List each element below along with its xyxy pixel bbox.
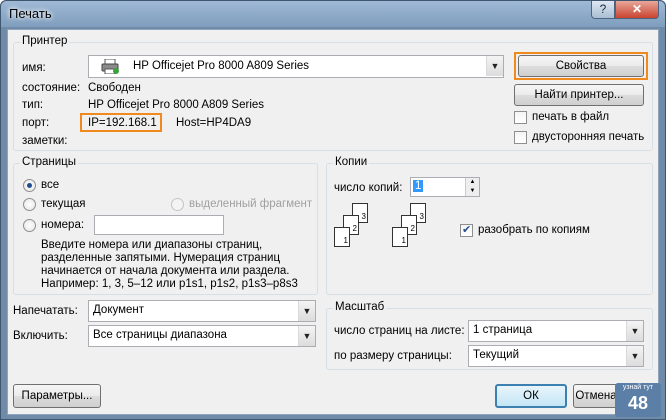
- zoom-group-title: Масштаб: [333, 301, 387, 313]
- print-what-select[interactable]: Документ ▼: [88, 300, 316, 322]
- printer-status-value: Свободен: [88, 82, 141, 94]
- scale-select[interactable]: Текущий ▼: [468, 345, 644, 367]
- pages-numbers-radio[interactable]: [23, 219, 36, 232]
- copies-count-value: 1: [413, 180, 424, 192]
- pages-all-label[interactable]: все: [41, 179, 59, 191]
- printer-port-label: порт:: [22, 117, 50, 129]
- scale-value: Текущий: [473, 349, 519, 361]
- collate-label[interactable]: разобрать по копиям: [478, 224, 590, 236]
- chevron-down-icon[interactable]: ▼: [298, 326, 315, 346]
- pages-hint-line3: начинается от начала документа или разде…: [41, 265, 290, 277]
- ok-button[interactable]: ОК: [495, 384, 567, 408]
- chevron-down-icon[interactable]: ▼: [626, 346, 643, 366]
- pages-hint-line1: Введите номера или диапазоны страниц,: [41, 239, 263, 251]
- pages-all-radio[interactable]: [23, 179, 36, 192]
- watermark-logo: узнай тут 48: [615, 383, 661, 417]
- pages-current-radio[interactable]: [23, 198, 36, 211]
- find-printer-button[interactable]: Найти принтер...: [514, 84, 644, 106]
- cancel-button[interactable]: Отмена: [573, 384, 619, 408]
- collate-page: 1: [392, 227, 408, 247]
- pages-hint-line4: Например: 1, 3, 5–12 или p1s1, p1s2, p1s…: [41, 278, 298, 290]
- dialog-body: Принтер имя: HP Officejet Pro 8000 A809 …: [7, 29, 659, 415]
- params-button[interactable]: Параметры...: [13, 384, 101, 408]
- print-dialog: Печать ? ✕ Принтер имя: HP Officejet Pro…: [0, 0, 666, 420]
- window-title: Печать: [9, 6, 52, 21]
- duplex-label[interactable]: двусторонняя печать: [532, 131, 644, 143]
- collate-checkbox[interactable]: [460, 223, 473, 237]
- spinner-down-icon[interactable]: ▼: [465, 187, 479, 196]
- copies-count-input[interactable]: 1 ▲ ▼: [410, 177, 480, 197]
- printer-status-label: состояние:: [22, 82, 81, 94]
- duplex-checkbox[interactable]: [514, 131, 527, 144]
- pages-per-sheet-value: 1 страница: [473, 324, 533, 336]
- pages-current-label[interactable]: текущая: [41, 198, 86, 210]
- close-button[interactable]: ✕: [615, 1, 659, 19]
- printer-notes-label: заметки:: [22, 135, 68, 147]
- printer-name-select[interactable]: HP Officejet Pro 8000 A809 Series ▼: [88, 55, 504, 78]
- pages-per-sheet-label: число страниц на листе:: [334, 325, 465, 337]
- help-button[interactable]: ?: [591, 1, 615, 19]
- pages-per-sheet-select[interactable]: 1 страница ▼: [468, 320, 644, 342]
- printer-port-host: Host=HP4DA9: [176, 117, 252, 129]
- chevron-down-icon[interactable]: ▼: [486, 56, 503, 76]
- printer-port-ip: IP=192.168.1: [88, 117, 157, 129]
- watermark-line1: узнай тут: [622, 384, 654, 391]
- print-what-value: Документ: [93, 304, 145, 316]
- chevron-down-icon[interactable]: ▼: [626, 321, 643, 341]
- collate-page: 1: [334, 227, 350, 247]
- pages-numbers-label[interactable]: номера:: [41, 219, 84, 231]
- print-to-file-checkbox[interactable]: [514, 111, 527, 124]
- chevron-down-icon[interactable]: ▼: [298, 301, 315, 321]
- pages-selection-radio[interactable]: [171, 198, 184, 211]
- spinner-up-icon[interactable]: ▲: [465, 178, 479, 187]
- include-value: Все страницы диапазона: [93, 329, 227, 341]
- title-bar[interactable]: Печать ? ✕: [1, 1, 665, 27]
- pages-group-title: Страницы: [20, 156, 78, 168]
- printer-icon: [101, 59, 119, 74]
- pages-selection-label[interactable]: выделенный фрагмент: [189, 198, 312, 210]
- printer-name-label: имя:: [22, 62, 46, 74]
- copies-count-label: число копий:: [334, 182, 403, 194]
- copies-group-title: Копии: [333, 156, 370, 168]
- scale-label: по размеру страницы:: [334, 350, 452, 362]
- watermark-line2: 48: [627, 393, 649, 413]
- pages-hint-line2: разделенные запятыми. Нумерация страниц: [41, 252, 281, 264]
- printer-name-value: HP Officejet Pro 8000 A809 Series: [133, 60, 310, 72]
- printer-group-title: Принтер: [20, 35, 70, 47]
- include-label: Включить:: [13, 330, 68, 342]
- print-what-label: Напечатать:: [13, 305, 78, 317]
- include-select[interactable]: Все страницы диапазона ▼: [88, 325, 316, 347]
- printer-type-value: HP Officejet Pro 8000 A809 Series: [88, 99, 265, 111]
- printer-type-label: тип:: [22, 99, 44, 111]
- print-to-file-label[interactable]: печать в файл: [532, 111, 609, 123]
- properties-highlight: [514, 52, 648, 80]
- pages-numbers-input[interactable]: [94, 215, 224, 235]
